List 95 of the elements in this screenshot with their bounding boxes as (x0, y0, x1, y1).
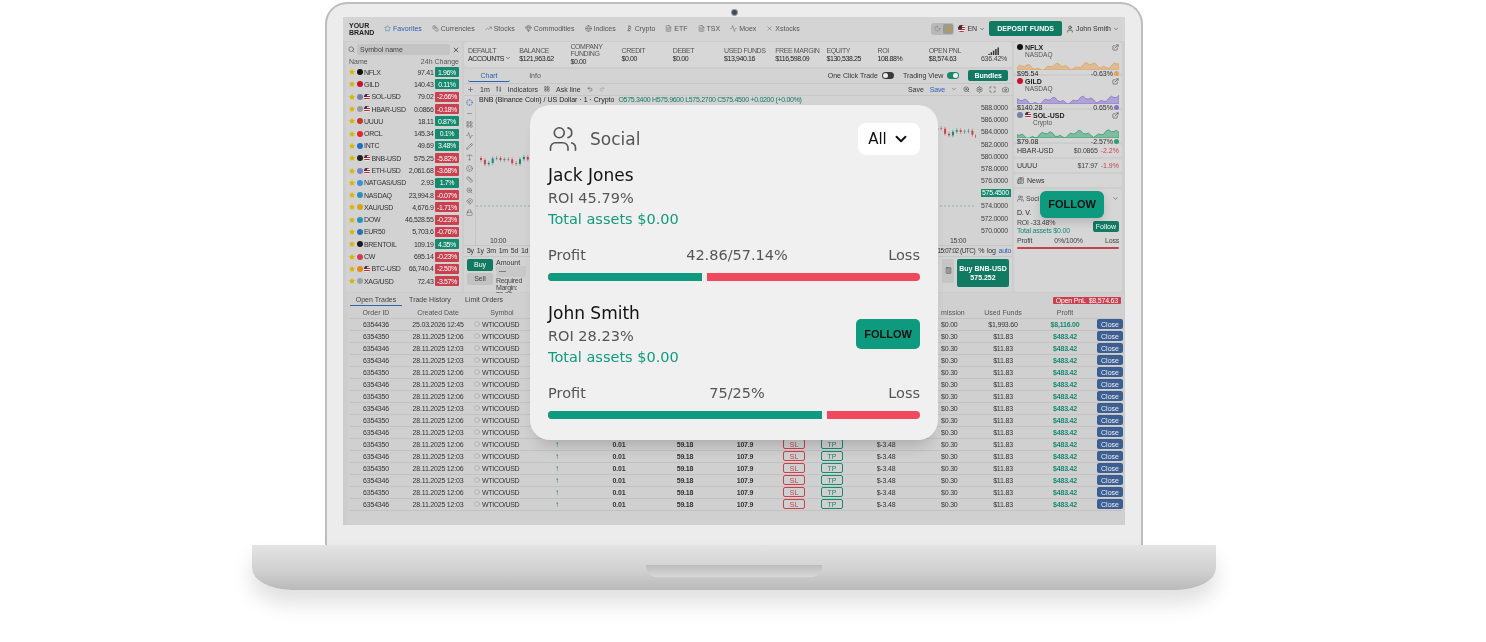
camera-icon (730, 9, 738, 16)
bitcoin-icon (625, 25, 633, 33)
caret-icon[interactable] (1112, 195, 1119, 203)
star-icon[interactable] (349, 118, 355, 125)
grid-icon[interactable] (466, 121, 473, 128)
gem-icon (524, 25, 532, 33)
star-icon[interactable] (349, 167, 355, 174)
line-icon[interactable] (466, 110, 473, 117)
calculator-icon (944, 267, 952, 275)
direction-arrow: ↑ (554, 500, 560, 509)
user-icon (1065, 25, 1074, 33)
document-icon (665, 25, 673, 33)
add-icon[interactable] (467, 86, 474, 93)
star-icon[interactable] (349, 142, 355, 149)
card-title: Social (590, 129, 642, 149)
x-icon (766, 25, 774, 33)
star-icon[interactable] (349, 204, 355, 211)
star-icon (384, 25, 391, 33)
signal-icon (988, 47, 1000, 55)
grid-icon[interactable] (544, 86, 551, 93)
loss-label: Loss (888, 385, 920, 401)
theme-button[interactable] (932, 24, 943, 34)
direction-arrow: ↑ (554, 452, 560, 461)
pulse-icon (730, 25, 738, 33)
theme-button[interactable] (943, 24, 954, 34)
fullscreen-icon[interactable] (989, 86, 996, 93)
crosshair-icon[interactable] (466, 99, 473, 106)
star-icon[interactable] (349, 69, 355, 76)
calculator-button[interactable] (942, 259, 954, 283)
trader-name: Jack Jones (548, 165, 635, 185)
news-icon (1017, 177, 1024, 184)
filter-dropdown[interactable]: All (858, 123, 920, 155)
flag-icon (958, 25, 966, 33)
star-icon[interactable] (349, 278, 355, 285)
undo-icon[interactable] (586, 86, 593, 93)
external-link-icon[interactable] (1112, 112, 1119, 119)
users-icon (1017, 195, 1024, 203)
follow-button[interactable]: FOLLOW (1040, 191, 1104, 218)
caret-icon (1113, 26, 1119, 32)
moon-icon (933, 25, 941, 33)
star-icon[interactable] (349, 106, 355, 112)
star-icon[interactable] (349, 81, 355, 88)
star-icon[interactable] (349, 253, 355, 260)
close-icon[interactable] (452, 46, 460, 54)
redo-icon[interactable] (598, 86, 605, 93)
star-icon[interactable] (349, 216, 355, 223)
profit-label: Profit (548, 385, 586, 401)
direction-arrow: ↑ (554, 488, 560, 497)
zoom-icon[interactable] (466, 187, 473, 194)
trader-roi: ROI 28.23% (548, 328, 635, 344)
trader-assets: Total assets $0.00 (548, 349, 680, 365)
profit-label: Profit (548, 247, 586, 263)
globe-icon (584, 25, 592, 33)
star-icon[interactable] (349, 241, 355, 248)
star-icon[interactable] (349, 179, 355, 186)
lock-icon[interactable] (466, 209, 473, 216)
trader-roi: ROI 45.79% (548, 190, 635, 206)
ratio-text: 75/25% (709, 385, 765, 401)
text-icon[interactable] (466, 154, 473, 161)
caret-icon[interactable] (951, 86, 957, 93)
follow-button[interactable]: FOLLOW (856, 319, 920, 349)
star-icon[interactable] (349, 155, 355, 162)
direction-arrow: ↑ (554, 464, 560, 473)
loss-label: Loss (888, 247, 920, 263)
star-icon[interactable] (349, 130, 355, 137)
coins-icon (431, 25, 439, 33)
caret-icon (505, 55, 512, 62)
direction-arrow: ↑ (554, 476, 560, 485)
smiley-icon[interactable] (466, 165, 473, 172)
magnet-icon[interactable] (466, 198, 473, 205)
toggle-switch[interactable] (947, 72, 960, 80)
ratio-text: 42.86/57.14% (686, 247, 788, 263)
star-icon[interactable] (349, 229, 355, 235)
ruler-icon[interactable] (466, 176, 473, 183)
star-icon[interactable] (349, 265, 355, 272)
users-icon (548, 124, 578, 154)
star-icon[interactable] (349, 93, 355, 100)
zoom-icon[interactable] (963, 86, 970, 93)
document-icon (697, 25, 705, 33)
search-icon (348, 46, 355, 54)
bar-style-icon[interactable] (495, 86, 502, 93)
toggle-switch[interactable] (881, 72, 894, 80)
external-link-icon[interactable] (1112, 78, 1119, 85)
settings-icon[interactable] (976, 86, 983, 93)
trader-name: John Smith (548, 303, 641, 323)
pattern-icon[interactable] (466, 132, 473, 139)
pencil-icon[interactable] (466, 143, 473, 150)
trader-assets: Total assets $0.00 (548, 211, 680, 227)
trend-icon (484, 25, 492, 33)
external-link-icon[interactable] (1112, 44, 1119, 51)
direction-arrow: ↑ (554, 440, 560, 449)
sun-icon (944, 25, 952, 33)
camera-icon[interactable] (1002, 86, 1009, 93)
caret-icon (979, 26, 986, 32)
star-icon[interactable] (349, 192, 355, 199)
